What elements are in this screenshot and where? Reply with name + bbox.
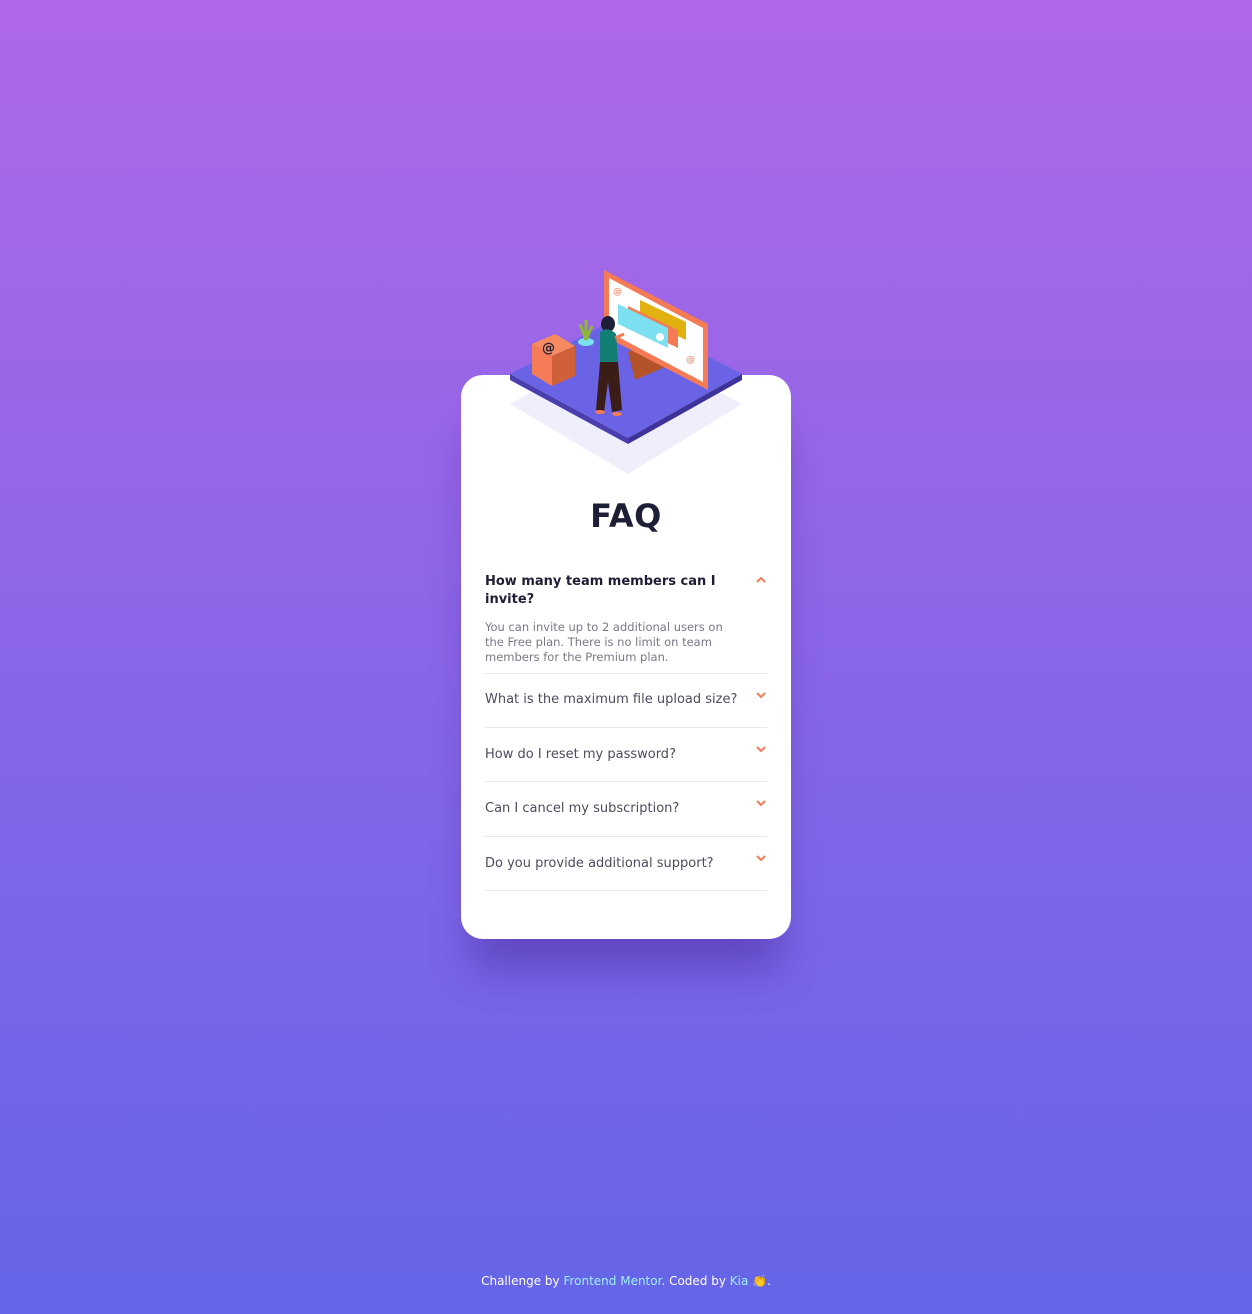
clapping-hands-icon: 👏. (752, 1274, 771, 1288)
svg-text:@: @ (542, 341, 555, 356)
chevron-down-icon[interactable] (755, 690, 767, 700)
attribution-footer: Challenge by Frontend Mentor. Coded by K… (0, 1274, 1252, 1288)
faq-question[interactable]: What is the maximum file upload size? (485, 691, 767, 709)
faq-answer: You can invite up to 2 additional users … (485, 620, 723, 664)
faq-item[interactable]: How do I reset my password? (485, 728, 767, 782)
faq-question[interactable]: How many team members can I invite? (485, 573, 767, 609)
woman-online-illustration: @ @ @ (510, 270, 742, 474)
faq-question[interactable]: How do I reset my password? (485, 746, 767, 764)
faq-item[interactable]: Can I cancel my subscription? (485, 782, 767, 837)
svg-text:@: @ (686, 355, 695, 365)
faq-list: How many team members can I invite? You … (485, 565, 767, 891)
chevron-down-icon[interactable] (755, 744, 767, 754)
footer-middle: . Coded by (661, 1274, 726, 1288)
page-title: FAQ (590, 497, 662, 535)
faq-item[interactable]: What is the maximum file upload size? (485, 674, 767, 728)
chevron-down-icon[interactable] (755, 798, 767, 808)
frontend-mentor-link[interactable]: Frontend Mentor (563, 1274, 661, 1288)
faq-question[interactable]: Do you provide additional support? (485, 855, 767, 873)
footer-prefix: Challenge by (481, 1274, 560, 1288)
faq-item[interactable]: Do you provide additional support? (485, 837, 767, 891)
faq-question[interactable]: Can I cancel my subscription? (485, 800, 767, 818)
chevron-up-icon[interactable] (755, 575, 767, 585)
faq-item[interactable]: How many team members can I invite? You … (485, 565, 767, 674)
author-link[interactable]: Kia (730, 1274, 749, 1288)
svg-text:@: @ (613, 287, 622, 297)
chevron-down-icon[interactable] (755, 853, 767, 863)
